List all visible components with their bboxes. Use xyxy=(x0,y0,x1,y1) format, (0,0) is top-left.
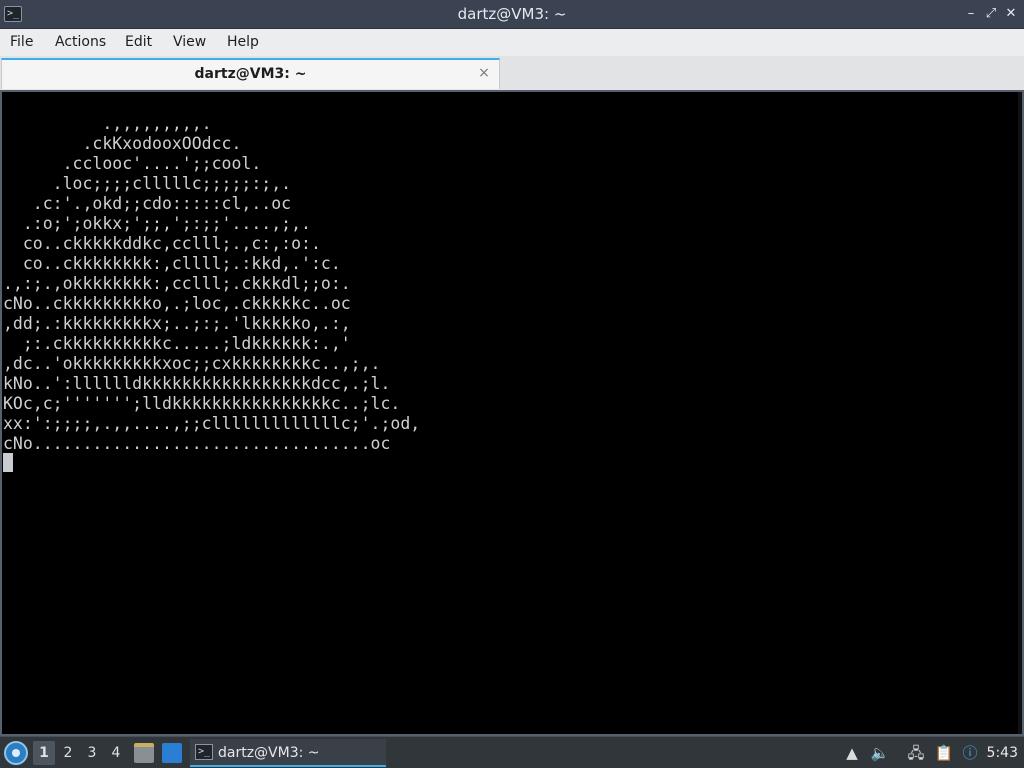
desktop-switch-1[interactable]: 1 xyxy=(33,741,55,765)
menu-edit[interactable]: Edit xyxy=(120,29,157,56)
file-manager-icon[interactable] xyxy=(134,743,154,763)
clipboard-icon[interactable]: 📋 xyxy=(934,743,954,763)
menu-file[interactable]: File xyxy=(5,29,38,56)
clock[interactable]: 5:43 xyxy=(987,737,1018,768)
tab-terminal[interactable]: dartz@VM3: ~ × xyxy=(1,58,500,89)
maximize-icon[interactable]: ⤢ xyxy=(982,5,1000,23)
close-icon[interactable]: ✕ xyxy=(1002,5,1020,23)
terminal-output: .,,,,,,,,,. .ckKxodooxOOdcc. .cclooc'...… xyxy=(3,114,421,453)
lxqt-start-menu-icon[interactable] xyxy=(4,741,28,765)
task-label: dartz@VM3: ~ xyxy=(218,745,320,761)
desktop-switch-3[interactable]: 3 xyxy=(81,741,103,765)
tab-close-icon[interactable]: × xyxy=(477,66,491,80)
menu-actions[interactable]: Actions xyxy=(50,29,111,56)
terminal-scrollbar[interactable] xyxy=(1018,92,1022,734)
tab-label: dartz@VM3: ~ xyxy=(194,66,307,82)
tab-bar: dartz@VM3: ~ × xyxy=(0,56,1024,90)
window-titlebar[interactable]: >_ dartz@VM3: ~ – ⤢ ✕ xyxy=(0,0,1024,29)
taskbar: 1 2 3 4 >_ dartz@VM3: ~ ▲ 🔈 🖧 📋 ⓘ 5:43 xyxy=(0,736,1024,768)
volume-icon[interactable]: 🔈 xyxy=(870,743,890,763)
desktop-switch-2[interactable]: 2 xyxy=(57,741,79,765)
notification-icon[interactable]: ⓘ xyxy=(960,743,980,763)
desktop-switch-4[interactable]: 4 xyxy=(105,741,127,765)
show-desktop-icon[interactable] xyxy=(162,743,182,763)
minimize-icon[interactable]: – xyxy=(962,5,980,23)
taskbar-task-terminal[interactable]: >_ dartz@VM3: ~ xyxy=(190,739,386,767)
tray-up-arrow-icon[interactable]: ▲ xyxy=(842,743,862,763)
menu-help[interactable]: Help xyxy=(222,29,264,56)
menu-view[interactable]: View xyxy=(168,29,211,56)
terminal-icon: >_ xyxy=(195,744,213,760)
terminal-cursor xyxy=(3,453,13,472)
window-title: dartz@VM3: ~ xyxy=(457,5,567,23)
terminal-view[interactable]: .,,,,,,,,,. .ckKxodooxOOdcc. .cclooc'...… xyxy=(0,90,1024,736)
network-icon[interactable]: 🖧 xyxy=(906,743,926,763)
menu-bar: File Actions Edit View Help xyxy=(0,29,1024,56)
